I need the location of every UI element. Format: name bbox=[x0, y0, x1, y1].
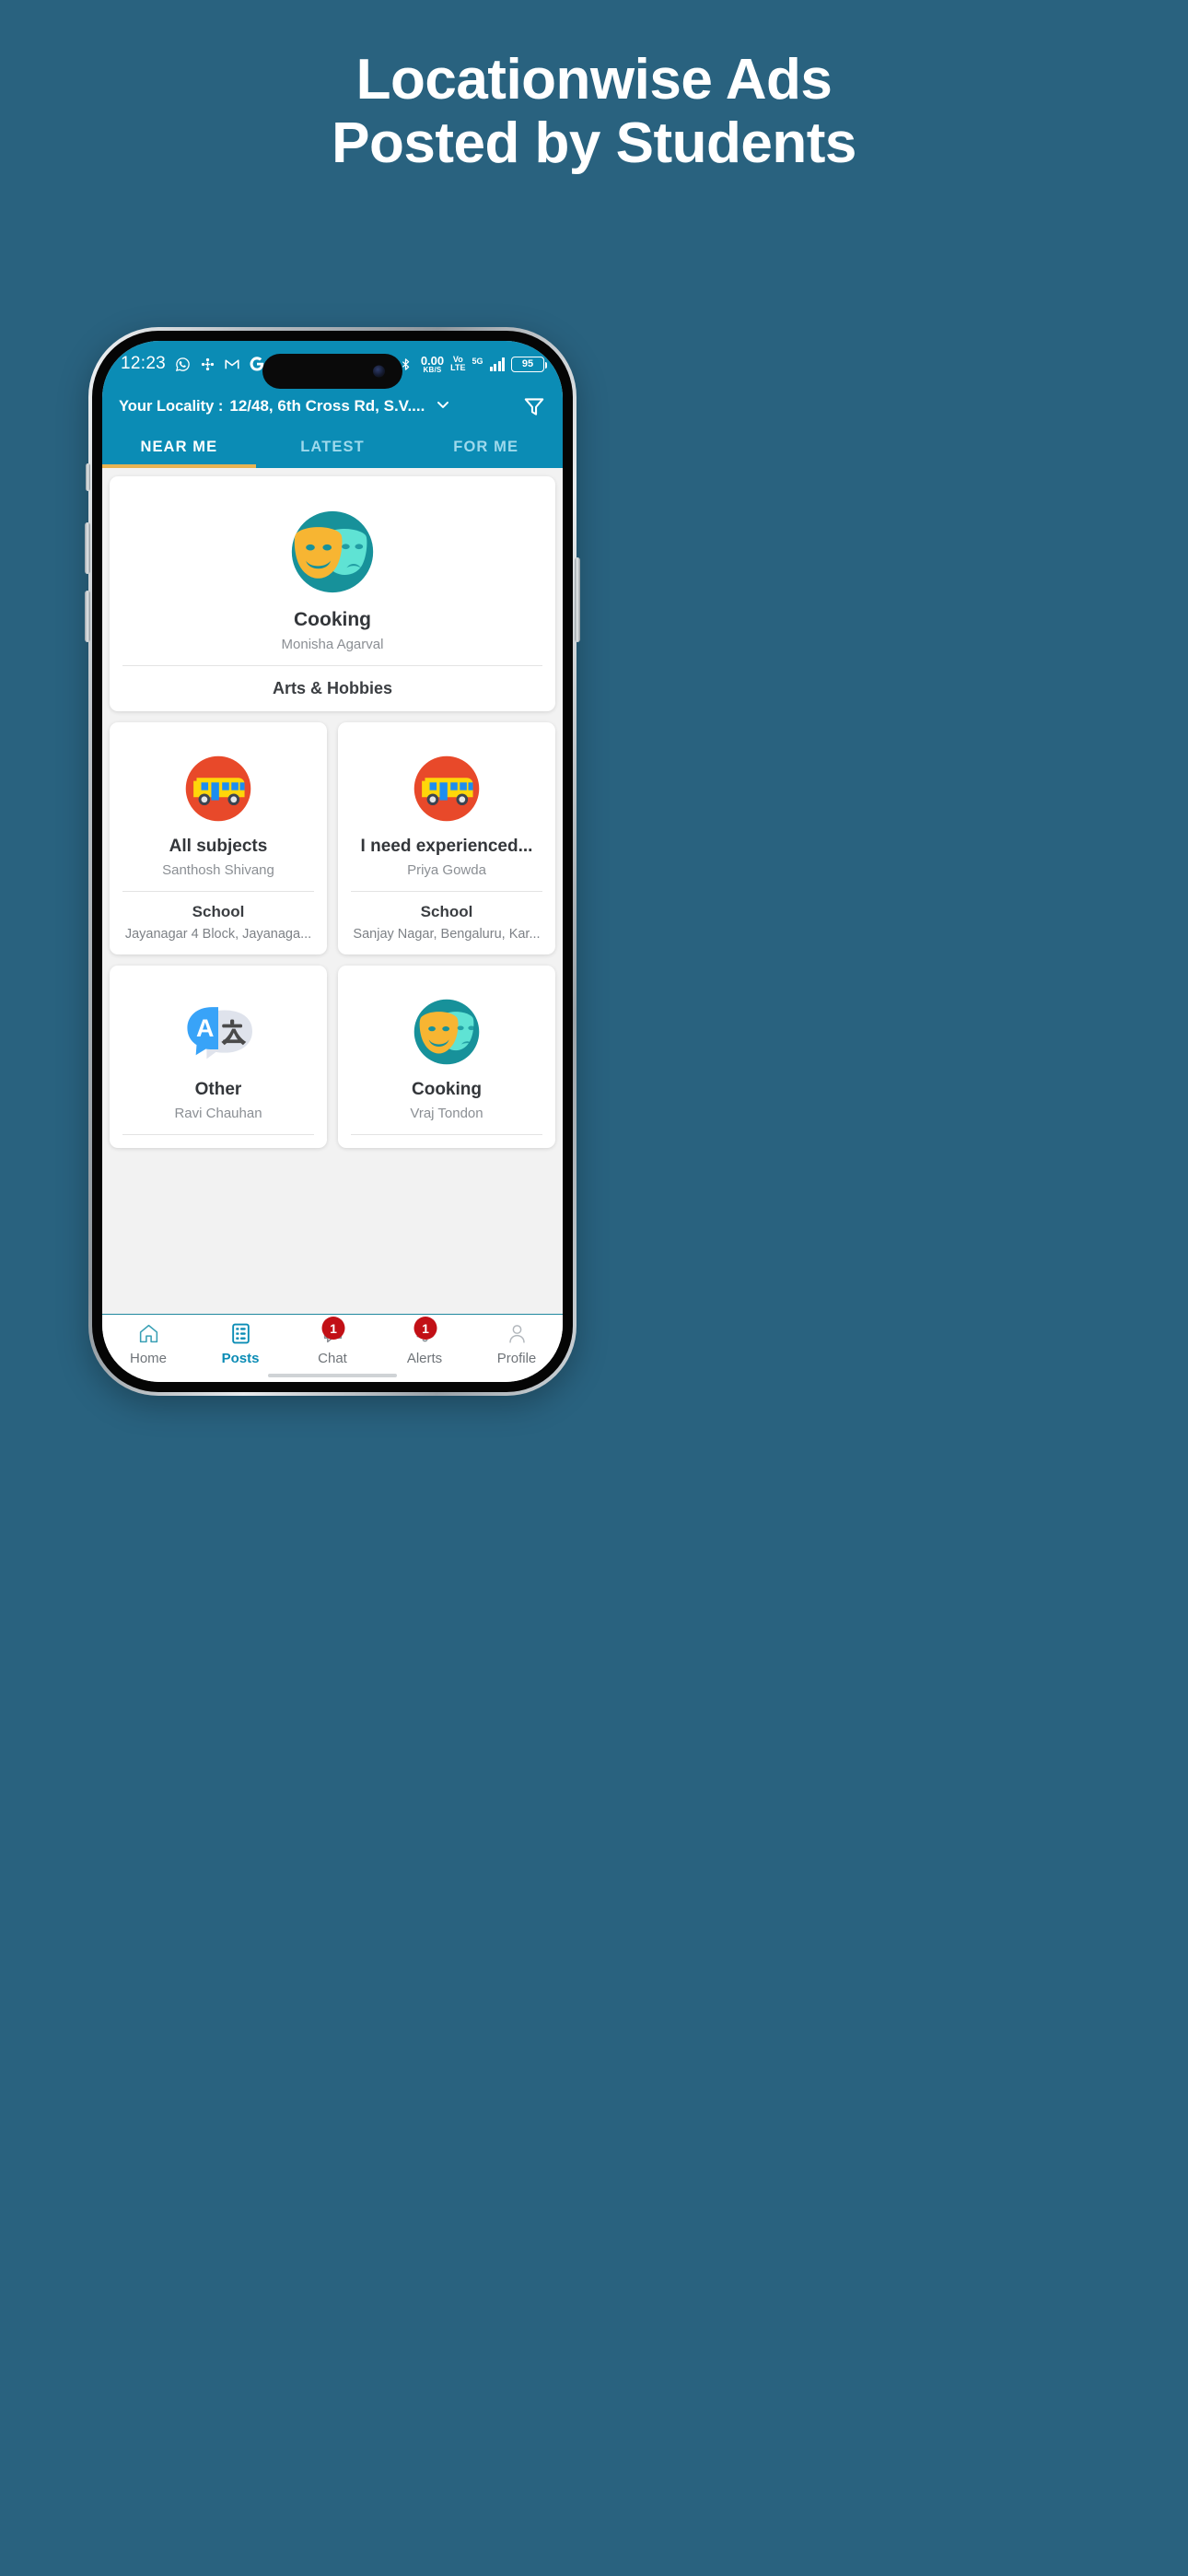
nav-label-posts: Posts bbox=[221, 1351, 260, 1366]
tab-bar: NEAR ME LATEST FOR ME bbox=[102, 427, 563, 468]
data-rate-unit: KB/S bbox=[423, 365, 442, 374]
post-title: Cooking bbox=[412, 1080, 482, 1099]
promo-line-1: Locationwise Ads bbox=[355, 48, 833, 111]
post-card[interactable]: All subjects Santhosh Shivang School Jay… bbox=[110, 722, 327, 954]
volte-bottom: LTE bbox=[450, 363, 466, 372]
tab-latest-label: LATEST bbox=[300, 439, 365, 455]
bell-icon: 1 bbox=[413, 1317, 437, 1346]
silence-switch[interactable] bbox=[86, 463, 90, 491]
post-card[interactable]: A Other Ravi Chauhan bbox=[110, 966, 327, 1148]
signal-strength-icon bbox=[489, 357, 505, 371]
battery-level: 95 bbox=[521, 358, 534, 369]
post-author: Priya Gowda bbox=[407, 862, 486, 878]
volume-down-button[interactable] bbox=[85, 591, 90, 642]
phone-mockup: 12:23 0.00 KB/S Vo LTE 5G 95 Your Locali… bbox=[85, 327, 580, 1396]
volte-icon: Vo LTE bbox=[450, 356, 465, 372]
post-title: All subjects bbox=[169, 837, 268, 856]
locality-value[interactable]: 12/48, 6th Cross Rd, S.V.... bbox=[229, 397, 425, 416]
post-title: Cooking bbox=[294, 609, 371, 630]
posts-grid: All subjects Santhosh Shivang School Jay… bbox=[110, 722, 555, 1148]
power-button[interactable] bbox=[575, 557, 580, 642]
promo-line-2: Posted by Students bbox=[332, 111, 856, 176]
nav-label-alerts: Alerts bbox=[406, 1351, 443, 1366]
post-author: Monisha Agarval bbox=[281, 637, 384, 652]
svg-text:A: A bbox=[196, 1014, 214, 1042]
post-category: School bbox=[192, 903, 245, 920]
card-divider bbox=[122, 665, 542, 666]
post-category: Arts & Hobbies bbox=[272, 679, 393, 697]
translate-icon: A bbox=[180, 993, 257, 1071]
nav-item-chat[interactable]: 1 Chat bbox=[286, 1317, 379, 1366]
post-card-hero[interactable]: Cooking Monisha Agarval Arts & Hobbies bbox=[110, 476, 555, 711]
battery-icon: 95 bbox=[511, 356, 547, 372]
promo-page: Locationwise Ads Posted by Students 12:2… bbox=[0, 0, 1188, 2576]
chat-badge: 1 bbox=[321, 1317, 345, 1340]
phone-bezel: 12:23 0.00 KB/S Vo LTE 5G 95 Your Locali… bbox=[92, 331, 573, 1392]
post-card[interactable]: Cooking Vraj Tondon bbox=[338, 966, 555, 1148]
promo-headline: Locationwise Ads Posted by Students bbox=[0, 48, 1188, 176]
post-author: Vraj Tondon bbox=[410, 1106, 483, 1121]
whatsapp-icon bbox=[174, 356, 191, 372]
post-title: Other bbox=[194, 1080, 242, 1099]
status-bar-left: 12:23 bbox=[121, 354, 265, 374]
nav-label-home: Home bbox=[129, 1351, 167, 1366]
tab-near-me-label: NEAR ME bbox=[140, 439, 218, 455]
network-type-label: 5G bbox=[472, 356, 483, 366]
card-divider bbox=[351, 1134, 542, 1135]
nav-item-alerts[interactable]: 1 Alerts bbox=[379, 1317, 471, 1366]
nav-item-posts[interactable]: Posts bbox=[194, 1321, 286, 1366]
school-bus-icon bbox=[180, 750, 257, 827]
phone-screen: 12:23 0.00 KB/S Vo LTE 5G 95 Your Locali… bbox=[102, 341, 563, 1382]
post-address: Jayanagar 4 Block, Jayanaga... bbox=[124, 927, 312, 942]
dynamic-island bbox=[262, 354, 402, 389]
tab-for-me-label: FOR ME bbox=[453, 439, 519, 455]
locality-label: Your Locality : bbox=[119, 397, 224, 415]
theater-masks-icon bbox=[288, 508, 377, 596]
post-author: Santhosh Shivang bbox=[162, 862, 274, 878]
card-divider bbox=[351, 891, 542, 892]
tab-latest[interactable]: LATEST bbox=[256, 439, 410, 468]
bluetooth-share-icon bbox=[199, 356, 215, 372]
theater-masks-icon bbox=[408, 993, 485, 1071]
chevron-down-icon[interactable] bbox=[434, 395, 452, 418]
data-rate-indicator: 0.00 KB/S bbox=[421, 355, 444, 374]
gmail-icon bbox=[224, 356, 240, 372]
status-time: 12:23 bbox=[121, 354, 167, 373]
home-indicator bbox=[268, 1374, 397, 1377]
card-divider bbox=[122, 1134, 314, 1135]
nav-item-profile[interactable]: Profile bbox=[471, 1321, 563, 1366]
bottom-navigation: Home Posts 1 Chat 1 Alerts Profile bbox=[102, 1314, 563, 1382]
card-divider bbox=[122, 891, 314, 892]
chat-icon: 1 bbox=[320, 1317, 345, 1346]
nav-label-profile: Profile bbox=[496, 1351, 537, 1366]
tab-near-me[interactable]: NEAR ME bbox=[102, 439, 256, 468]
posts-list[interactable]: Cooking Monisha Agarval Arts & Hobbies A… bbox=[102, 468, 563, 1314]
data-rate-value: 0.00 bbox=[420, 353, 445, 368]
post-title: I need experienced... bbox=[360, 837, 533, 856]
post-author: Ravi Chauhan bbox=[174, 1106, 262, 1121]
post-category: School bbox=[420, 903, 473, 920]
post-address: Sanjay Nagar, Bengaluru, Kar... bbox=[353, 927, 541, 942]
school-bus-icon bbox=[408, 750, 485, 827]
volume-up-button[interactable] bbox=[85, 522, 90, 574]
filter-funnel-icon[interactable] bbox=[522, 394, 546, 418]
nav-item-home[interactable]: Home bbox=[102, 1321, 194, 1366]
status-bar-right: 0.00 KB/S Vo LTE 5G 95 bbox=[398, 355, 547, 374]
nav-label-chat: Chat bbox=[318, 1351, 347, 1366]
app-bar: Your Locality : 12/48, 6th Cross Rd, S.V… bbox=[102, 387, 563, 427]
home-icon bbox=[136, 1321, 161, 1346]
post-card[interactable]: I need experienced... Priya Gowda School… bbox=[338, 722, 555, 954]
profile-icon bbox=[505, 1321, 530, 1346]
alerts-badge: 1 bbox=[413, 1317, 437, 1340]
tab-for-me[interactable]: FOR ME bbox=[409, 439, 563, 468]
posts-icon bbox=[228, 1321, 253, 1346]
